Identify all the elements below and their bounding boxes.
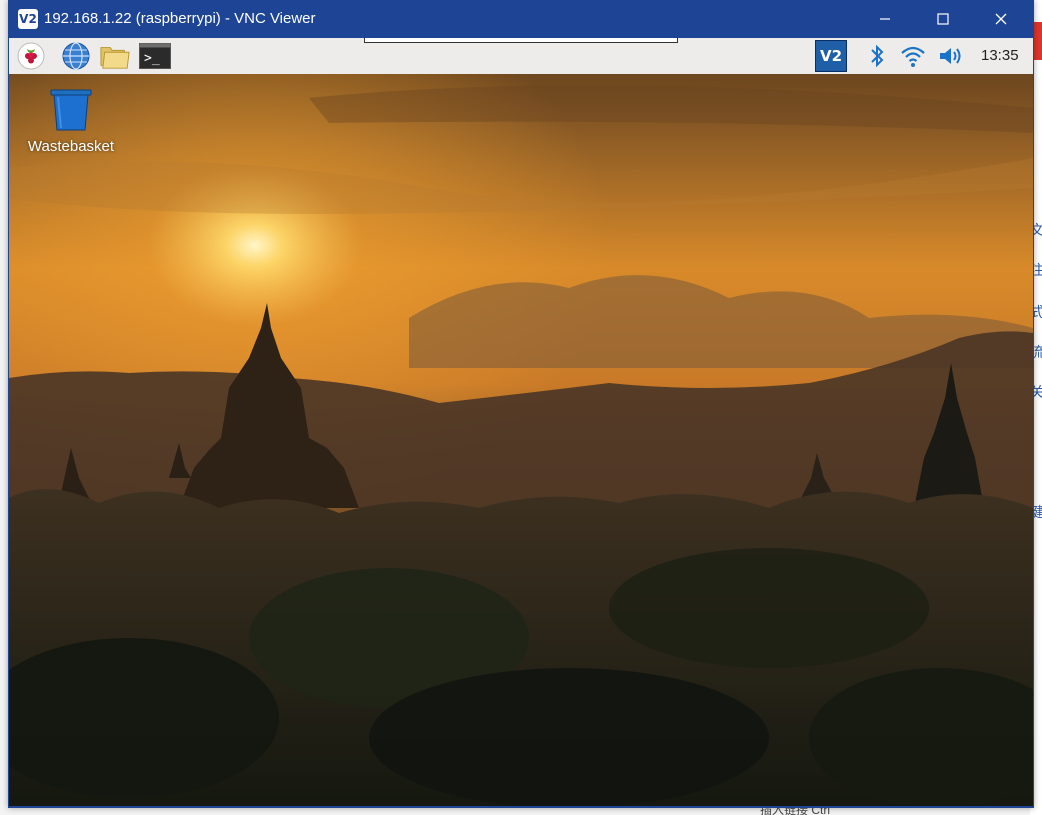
maximize-button[interactable] [920,0,966,38]
wastebasket-label: Wastebasket [27,138,115,155]
title-bar[interactable]: V2 192.168.1.22 (raspberrypi) - VNC View… [8,0,1034,38]
vnc-app-logo-icon: V2 [18,9,38,29]
desktop-taskbar: >_ V2 13:35 [9,38,1033,74]
close-icon [995,13,1007,25]
vnc-floating-toolbar-handle[interactable] [364,38,678,43]
terminal-icon: >_ [139,43,171,69]
wastebasket-desktop-icon[interactable]: Wastebasket [23,88,119,158]
minimize-button[interactable] [862,0,908,38]
volume-button[interactable] [937,41,967,71]
file-manager-button[interactable] [100,41,130,71]
web-browser-button[interactable] [61,41,91,71]
taskbar-clock: 13:35 [981,47,1019,64]
bluetooth-icon [871,44,884,68]
web-browser-icon [62,42,90,70]
raspberry-menu-button[interactable] [16,41,46,71]
maximize-icon [937,13,949,25]
desktop-wallpaper [9,38,1033,806]
wifi-icon [901,46,925,67]
wastebasket-icon [50,89,92,131]
volume-icon [940,48,961,64]
remote-desktop-view[interactable]: >_ V2 13:35 Wastebasket [9,38,1033,806]
window-title: 192.168.1.22 (raspberrypi) - VNC Viewer [44,10,316,27]
terminal-button[interactable]: >_ [139,41,171,71]
wifi-button[interactable] [898,41,928,71]
vnc-server-icon[interactable]: V2 [815,40,847,72]
minimize-icon [880,18,890,20]
bluetooth-button[interactable] [862,41,892,71]
close-button[interactable] [978,0,1024,38]
terminal-glyph: >_ [144,51,160,66]
vnc-viewer-window: V2 192.168.1.22 (raspberrypi) - VNC View… [8,0,1034,808]
file-manager-icon [100,47,130,69]
raspberry-menu-icon [17,42,45,70]
